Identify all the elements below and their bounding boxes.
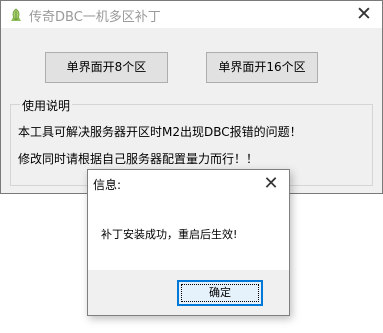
dialog-close-icon[interactable]: ✕	[254, 170, 288, 198]
focus-rectangle	[181, 284, 259, 302]
dialog-footer: 确定	[88, 270, 289, 315]
title-bar[interactable]: 传奇DBC一机多区补丁 ✕	[1, 1, 382, 28]
instructions-legend: 使用说明	[20, 97, 73, 114]
dialog-title: 信息:	[93, 178, 122, 192]
ok-button[interactable]: 确定	[177, 280, 263, 306]
instruction-line-1: 本工具可解决服务器开区时M2出现DBC报错的问题！	[18, 125, 302, 139]
message-dialog: 信息: ✕ 补丁安装成功，重启后生效! 确定	[87, 169, 290, 316]
instruction-line-2: 修改同时请根据自己服务器配置量力而行！！	[18, 152, 259, 166]
open-8-zones-button[interactable]: 单界面开8个区	[45, 52, 168, 83]
app-leaf-icon	[9, 7, 23, 21]
close-icon[interactable]: ✕	[347, 1, 381, 28]
open-16-zones-button[interactable]: 单界面开16个区	[206, 52, 318, 83]
window-title: 传奇DBC一机多区补丁	[29, 10, 161, 25]
dialog-message: 补丁安装成功，重启后生效!	[101, 228, 238, 241]
main-window: 传奇DBC一机多区补丁 ✕ 单界面开8个区 单界面开16个区 使用说明 本工具可…	[0, 0, 383, 194]
